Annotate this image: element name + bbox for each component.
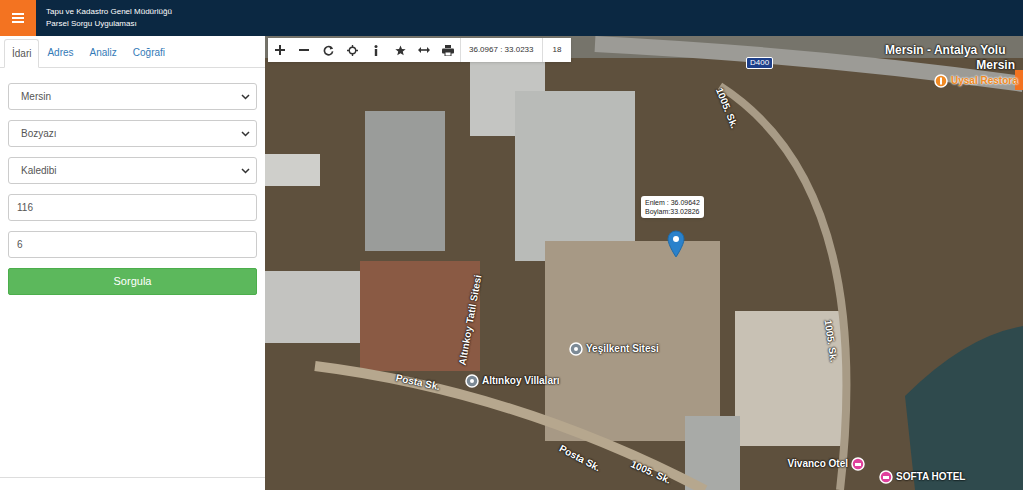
- hotel-pin-icon[interactable]: [879, 470, 893, 484]
- block-input[interactable]: [8, 194, 257, 221]
- locate-button[interactable]: [340, 38, 364, 62]
- query-form: Mersin Bozyazı Kaledibi Sorgula: [0, 68, 265, 295]
- map[interactable]: 36.0967 : 33.0233 18 Mersin - Antalya Yo…: [265, 36, 1023, 490]
- panel-footer: [0, 477, 265, 490]
- menu-icon: [12, 13, 24, 23]
- map-place[interactable]: Uysal Restora: [934, 73, 1018, 88]
- map-place[interactable]: Altınkoy Villaları: [465, 373, 560, 388]
- map-side-tab[interactable]: [1015, 70, 1023, 90]
- org-title: Tapu ve Kadastro Genel Müdürlüğü: [46, 6, 172, 18]
- province-select[interactable]: Mersin: [8, 83, 257, 110]
- satellite-image: [265, 36, 1023, 490]
- popup-longitude: Boylam:33.02826: [645, 207, 700, 216]
- chevron-down-icon: [241, 94, 250, 100]
- site-pin-icon[interactable]: [569, 342, 583, 356]
- tab-bar: İdariAdresAnalizCoğrafi: [0, 36, 265, 68]
- marker-popup: Enlem : 36.09642 Boylam:33.02826: [641, 196, 704, 218]
- site-pin-icon[interactable]: [465, 374, 479, 388]
- place-label: Vivanco Otel: [788, 456, 848, 471]
- tab[interactable]: Analiz: [82, 38, 125, 67]
- hotel-pin-icon[interactable]: [851, 457, 865, 471]
- road-label: 1005. Sk.: [712, 85, 742, 130]
- province-value: Mersin: [21, 89, 51, 104]
- plus-icon: [275, 45, 285, 55]
- tab[interactable]: Coğrafi: [125, 38, 173, 67]
- info-icon: [374, 45, 378, 56]
- favorite-button[interactable]: [388, 38, 412, 62]
- star-icon: [395, 45, 406, 56]
- tab[interactable]: Adres: [39, 38, 81, 67]
- location-marker-icon[interactable]: [667, 230, 685, 258]
- road-label: Altınkoy Tatil Sitesi: [455, 274, 486, 367]
- road-label: 1005. Sk.: [821, 319, 842, 363]
- restaurant-pin-icon[interactable]: [934, 74, 948, 88]
- area-label: Mersin: [976, 56, 1015, 74]
- print-button[interactable]: [436, 38, 460, 62]
- parcel-input[interactable]: [8, 231, 257, 258]
- refresh-button[interactable]: [316, 38, 340, 62]
- menu-button[interactable]: [0, 0, 36, 36]
- chevron-down-icon: [241, 131, 250, 137]
- road-label: 1005. Sk.: [628, 456, 673, 487]
- zoom-level: 18: [542, 38, 572, 62]
- place-label: Altınkoy Villaları: [482, 373, 560, 388]
- info-button[interactable]: [364, 38, 388, 62]
- app-title: Tapu ve Kadastro Genel Müdürlüğü Parsel …: [36, 0, 172, 36]
- place-label: Uysal Restora: [951, 73, 1018, 88]
- neighborhood-value: Kaledibi: [21, 163, 57, 178]
- road-label: Posta Sk.: [394, 370, 441, 394]
- neighborhood-select[interactable]: Kaledibi: [8, 157, 257, 184]
- side-panel: İdariAdresAnalizCoğrafi Mersin Bozyazı K…: [0, 36, 265, 490]
- road-label: Posta Sk.: [557, 441, 604, 475]
- map-labels-layer: Mersin - Antalya YoluMersin D400 1005. Sk.…: [265, 36, 1023, 490]
- crosshair-icon: [347, 45, 358, 56]
- printer-icon: [442, 45, 454, 56]
- place-label: Yeşilkent Sitesi: [586, 341, 659, 356]
- route-shield: D400: [746, 57, 773, 69]
- map-place[interactable]: Vivanco Otel: [788, 456, 865, 471]
- app-subtitle: Parsel Sorgu Uygulaması: [46, 18, 172, 30]
- minus-icon: [299, 45, 309, 55]
- district-select[interactable]: Bozyazı: [8, 120, 257, 147]
- header: Tapu ve Kadastro Genel Müdürlüğü Parsel …: [0, 0, 1023, 36]
- submit-button[interactable]: Sorgula: [8, 268, 257, 295]
- map-toolbar: 36.0967 : 33.0233 18: [268, 38, 571, 62]
- zoom-out-button[interactable]: [292, 38, 316, 62]
- area-label: Mersin - Antalya Yolu: [885, 41, 1005, 59]
- place-label: SOFTA HOTEL: [896, 469, 965, 484]
- zoom-in-button[interactable]: [268, 38, 292, 62]
- map-place[interactable]: SOFTA HOTEL: [879, 469, 965, 484]
- measure-button[interactable]: [412, 38, 436, 62]
- chevron-down-icon: [241, 168, 250, 174]
- district-value: Bozyazı: [21, 126, 57, 141]
- measure-arrows-icon: [418, 46, 430, 54]
- refresh-icon: [323, 45, 334, 56]
- popup-latitude: Enlem : 36.09642: [645, 198, 700, 207]
- app: Tapu ve Kadastro Genel Müdürlüğü Parsel …: [0, 0, 1023, 490]
- cursor-coordinates: 36.0967 : 33.0233: [460, 38, 542, 62]
- tab[interactable]: İdari: [4, 39, 39, 68]
- map-place[interactable]: Yeşilkent Sitesi: [569, 341, 659, 356]
